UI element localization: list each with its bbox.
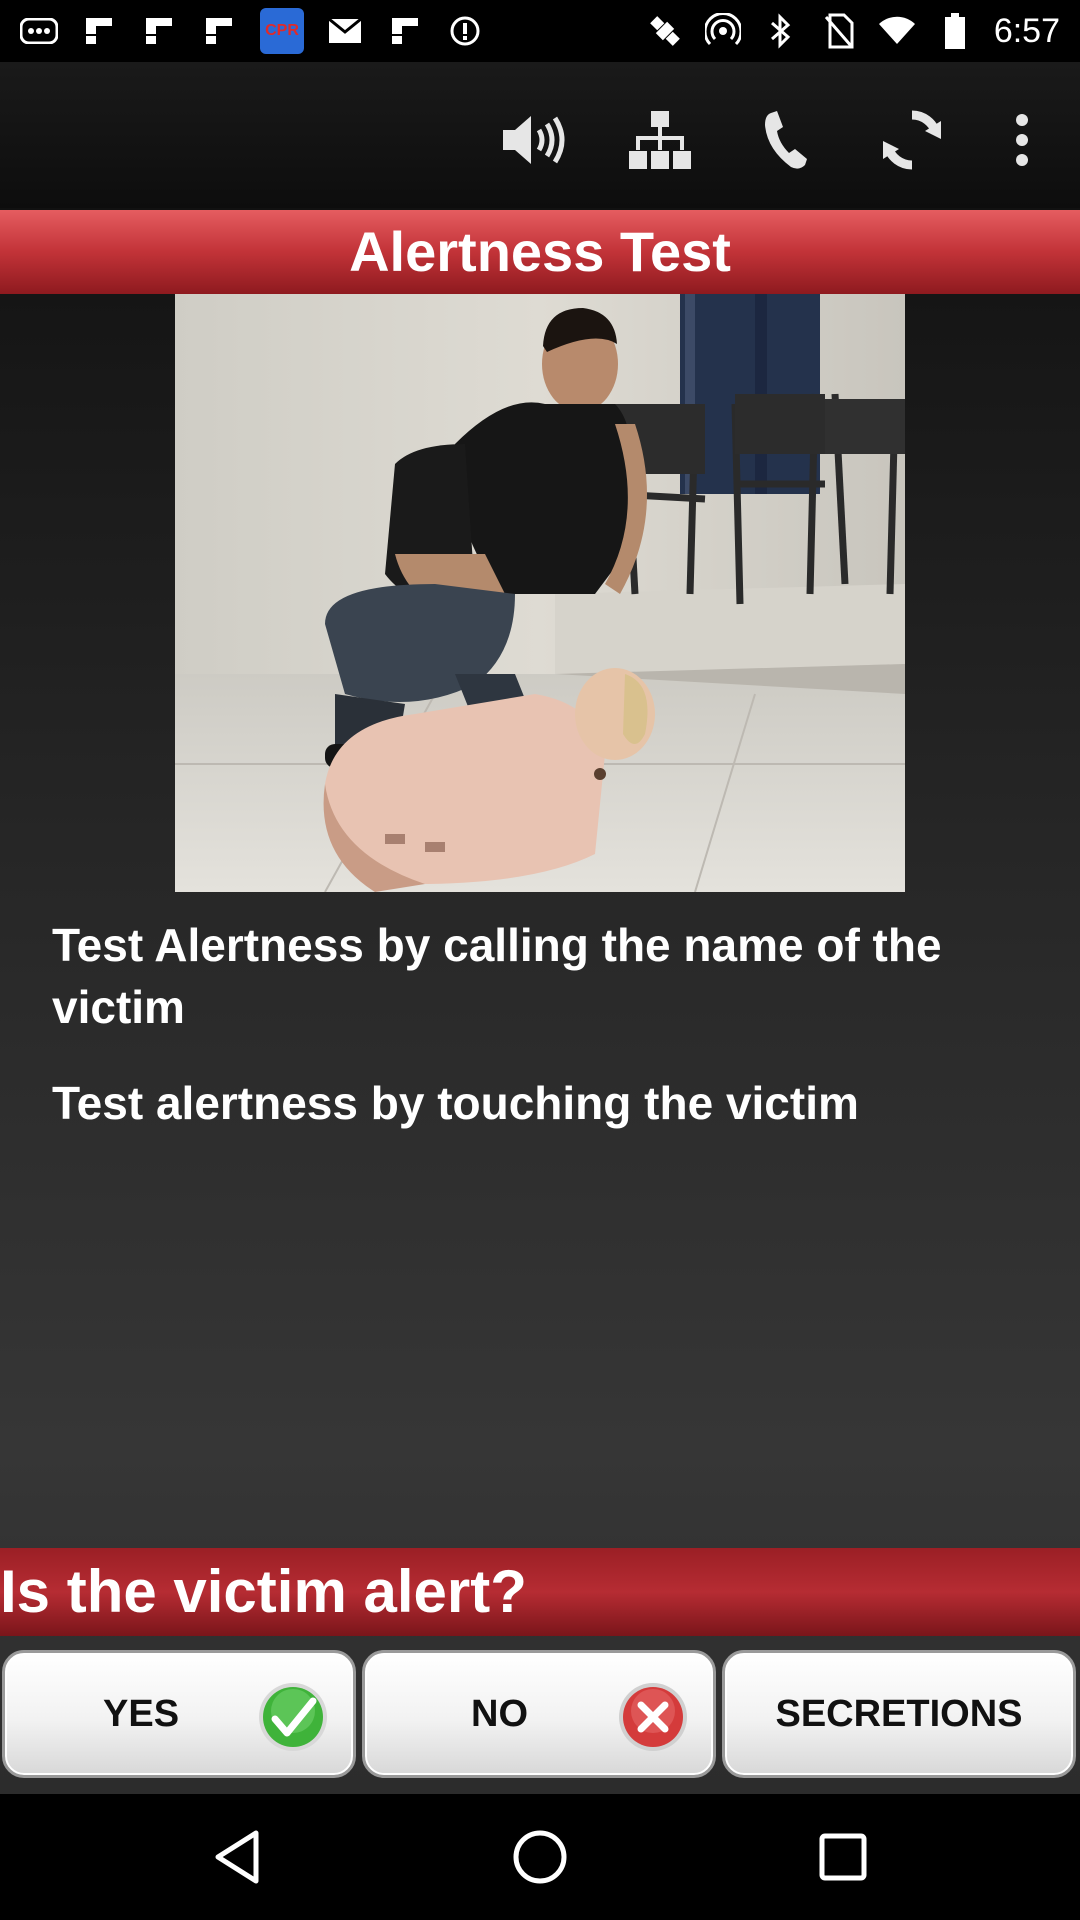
system-icons: 6:57	[646, 8, 1060, 54]
no-button-label: NO	[471, 1692, 528, 1735]
flipboard-icon	[80, 12, 118, 50]
question-prompt: Is the victim alert?	[0, 1548, 1080, 1636]
battery-icon	[936, 12, 974, 50]
instruction-text: Test Alertness by calling the name of th…	[52, 919, 942, 1033]
instruction-text: Test alertness by touching the victim	[52, 1077, 859, 1129]
status-bar: CPR 6:57	[0, 0, 1080, 62]
flipboard-icon	[200, 12, 238, 50]
satellite-icon	[646, 12, 684, 50]
wifi-icon	[878, 12, 916, 50]
navigation-bar	[0, 1794, 1080, 1920]
app-screen: Alertness Test Test Alertness by calling…	[0, 62, 1080, 1794]
yes-button-label: YES	[103, 1692, 180, 1735]
secretions-button[interactable]: SECRETIONS	[722, 1650, 1076, 1778]
more-notifications-icon	[20, 12, 58, 50]
hotspot-icon	[704, 12, 742, 50]
secretions-button-label: SECRETIONS	[775, 1692, 1023, 1735]
info-icon	[446, 12, 484, 50]
check-icon	[257, 1681, 329, 1753]
notification-icons: CPR	[20, 8, 484, 54]
refresh-icon[interactable]	[872, 100, 952, 180]
close-icon	[617, 1681, 689, 1753]
phone-icon[interactable]	[746, 100, 826, 180]
volume-icon[interactable]	[494, 100, 574, 180]
no-button[interactable]: NO	[362, 1650, 716, 1778]
overflow-menu-icon[interactable]	[982, 100, 1062, 180]
toolbar	[0, 62, 1080, 208]
cpr-demonstration-image	[175, 294, 905, 892]
page-title: Alertness Test	[0, 210, 1080, 294]
mail-icon	[326, 12, 364, 50]
bluetooth-icon	[762, 12, 800, 50]
flipboard-icon	[386, 12, 424, 50]
cpr-app-icon: CPR	[260, 8, 304, 54]
flipboard-icon	[140, 12, 178, 50]
yes-button[interactable]: YES	[2, 1650, 356, 1778]
recents-icon[interactable]	[810, 1824, 876, 1890]
answer-buttons: YES NO SECRETIONS	[0, 1650, 1080, 1778]
back-icon[interactable]	[204, 1824, 270, 1890]
no-sim-icon	[820, 12, 858, 50]
home-icon[interactable]	[507, 1824, 573, 1890]
clock: 6:57	[993, 11, 1060, 50]
cpr-badge-label: CPR	[265, 22, 299, 39]
sitemap-icon[interactable]	[620, 100, 700, 180]
